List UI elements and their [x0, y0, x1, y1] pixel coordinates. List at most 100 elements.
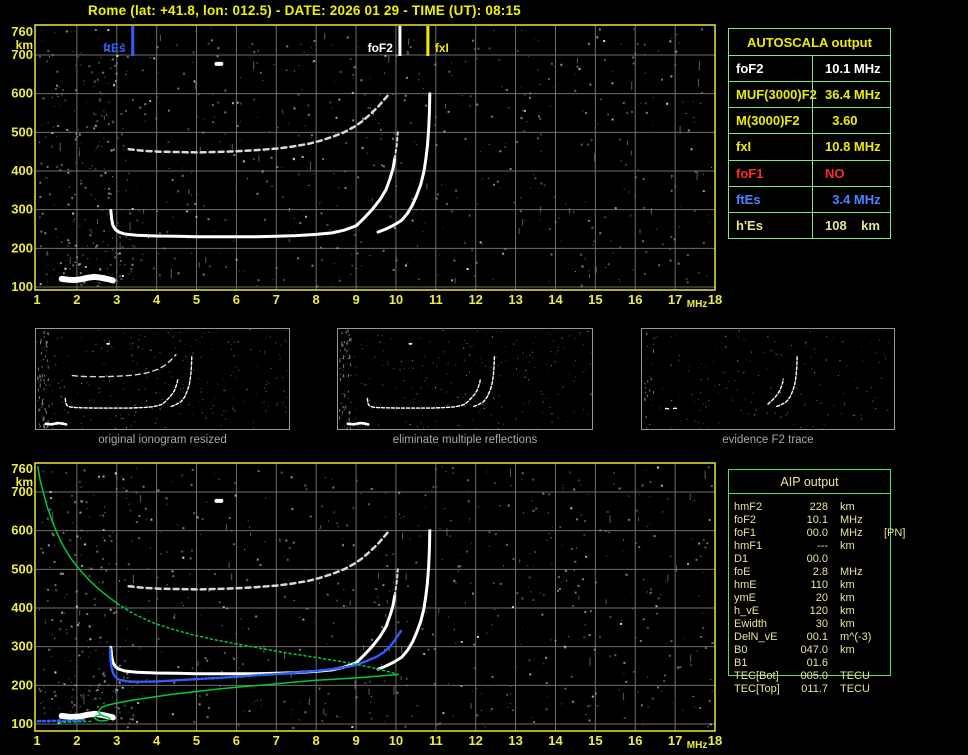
aip-row-tecbot: TEC[Bot] 005.0 TECU — [734, 670, 894, 683]
svg-text:ftEs: ftEs — [103, 41, 126, 55]
autoscala-param-label: fxI — [736, 139, 752, 155]
svg-text:18: 18 — [708, 292, 722, 307]
autoscala-output-table: AUTOSCALA output foF2 10.1 MHz MUF(3000)F2… — [728, 28, 891, 239]
aip-row-b0: B0 047.0 km — [734, 644, 894, 657]
svg-text:6: 6 — [233, 733, 240, 748]
autoscala-param-label: foF2 — [736, 61, 764, 77]
aip-param-label: ymE — [734, 592, 756, 604]
svg-text:400: 400 — [11, 163, 33, 178]
aip-param-unit: TECU — [840, 683, 870, 695]
aip-param-note — [884, 657, 894, 670]
autoscala-param-label: MUF(3000)F2 — [736, 87, 817, 103]
aip-param-label: hmF1 — [734, 540, 763, 552]
aip-param-label: foF2 — [734, 514, 757, 526]
aip-param-value: 2.8 — [812, 566, 828, 578]
aip-param-label: B0 — [734, 644, 748, 656]
autoscala-table-header: AUTOSCALA output — [729, 29, 890, 56]
aip-param-value: 00.0 — [806, 527, 828, 539]
svg-text:11: 11 — [429, 292, 443, 307]
aip-param-value: 20 — [815, 592, 828, 604]
svg-text:500: 500 — [11, 561, 33, 576]
svg-text:4: 4 — [153, 733, 161, 748]
aip-row-fof1: foF1 00.0 MHz [PN] — [734, 527, 905, 540]
aip-param-note — [884, 605, 894, 618]
aip-param-unit: MHz — [840, 566, 863, 578]
autoscala-app-window: Rome (lat: +41.8, lon: 012.5) - DATE: 20… — [0, 0, 968, 755]
aip-row-ewidth: Ewidth 30 km — [734, 618, 894, 631]
aip-param-note — [884, 566, 894, 579]
thumbnail-multiples-removed — [337, 328, 593, 430]
autoscala-param-value: 3.60 — [812, 108, 890, 134]
aip-param-note — [884, 579, 894, 592]
aip-row-d1: D1 00.0 — [734, 553, 894, 566]
autoscala-row-fxi: fxI 10.8 MHz — [729, 134, 890, 161]
svg-text:500: 500 — [11, 124, 33, 139]
autoscala-row-hes: h'Es 108 km — [729, 212, 890, 238]
aip-param-unit: km — [840, 618, 855, 630]
aip-table-header: AIP output — [728, 470, 891, 494]
aip-row-yme: ymE 20 km — [734, 592, 894, 605]
svg-text:13: 13 — [508, 733, 522, 748]
autoscala-param-value: 108 km — [812, 212, 890, 238]
aip-param-note — [884, 592, 894, 605]
svg-text:fxI: fxI — [435, 41, 449, 55]
svg-text:300: 300 — [11, 202, 33, 217]
autoscala-row-ftes: ftEs 3.4 MHz — [729, 186, 890, 213]
svg-text:17: 17 — [668, 292, 682, 307]
autoscala-param-value: 10.1 MHz — [812, 56, 890, 82]
svg-text:400: 400 — [11, 600, 33, 615]
svg-text:600: 600 — [11, 86, 33, 101]
aip-row-hme: hmE 110 km — [734, 579, 894, 592]
svg-text:700: 700 — [11, 484, 33, 499]
aip-row-hve: h_vE 120 km — [734, 605, 894, 618]
svg-text:16: 16 — [628, 733, 642, 748]
aip-table-rows: hmF2 228 km foF2 10.1 MHz foF1 00.0 MHz [PN] hmF1 -… — [734, 501, 905, 696]
svg-text:2: 2 — [73, 733, 80, 748]
thumbnail-caption-f2: evidence F2 trace — [722, 434, 814, 446]
aip-row-delnve: DelN_vE 00.1 m^(-3) — [734, 631, 894, 644]
aip-param-note — [884, 631, 894, 644]
svg-text:9: 9 — [352, 733, 359, 748]
svg-text:4: 4 — [153, 292, 161, 307]
aip-param-unit: m^(-3) — [840, 631, 872, 643]
aip-param-note — [884, 670, 894, 683]
svg-text:300: 300 — [11, 639, 33, 654]
aip-param-value: 011.7 — [801, 683, 828, 695]
aip-param-label: hmE — [734, 579, 757, 591]
svg-text:3: 3 — [113, 292, 120, 307]
aip-param-unit: km — [840, 540, 855, 552]
autoscala-param-label: M(3000)F2 — [736, 113, 800, 129]
autoscala-param-label: h'Es — [736, 217, 763, 233]
aip-param-unit: km — [840, 579, 855, 591]
aip-param-unit: km — [840, 501, 855, 513]
aip-param-value: 047.0 — [800, 644, 828, 656]
autoscala-param-label: ftEs — [736, 191, 761, 207]
thumbnail-original-ionogram — [35, 328, 290, 430]
svg-text:12: 12 — [468, 733, 482, 748]
svg-text:foF2: foF2 — [368, 41, 394, 55]
aip-row-hmf2: hmF2 228 km — [734, 501, 894, 514]
aip-param-label: foE — [734, 566, 751, 578]
aip-param-unit: MHz — [840, 514, 863, 526]
svg-text:9: 9 — [352, 292, 359, 307]
autoscala-param-label: foF1 — [736, 165, 764, 181]
svg-text:8: 8 — [313, 733, 320, 748]
svg-text:14: 14 — [548, 733, 563, 748]
thumbnail-f2-evidence-image — [643, 330, 894, 429]
autoscala-param-value: 3.4 MHz — [812, 186, 890, 212]
aip-param-note — [884, 514, 894, 527]
svg-text:MHz: MHz — [687, 740, 708, 751]
autoscala-table-rows: foF2 10.1 MHz MUF(3000)F2 36.4 MHz M(3000)F2… — [729, 56, 890, 238]
svg-text:200: 200 — [11, 677, 33, 692]
thumbnail-original-ionogram-image — [36, 329, 288, 429]
aip-param-label: Ewidth — [734, 618, 768, 630]
aip-row-hmf1: hmF1 --- km — [734, 540, 894, 553]
svg-text:11: 11 — [429, 733, 443, 748]
thumbnail-multiples-removed-image — [339, 329, 592, 429]
svg-text:MHz: MHz — [687, 299, 708, 310]
svg-text:700: 700 — [11, 47, 33, 62]
aip-param-value: 005.0 — [800, 670, 828, 682]
svg-text:6: 6 — [233, 292, 240, 307]
aip-param-note — [884, 683, 894, 696]
svg-text:100: 100 — [11, 716, 33, 731]
